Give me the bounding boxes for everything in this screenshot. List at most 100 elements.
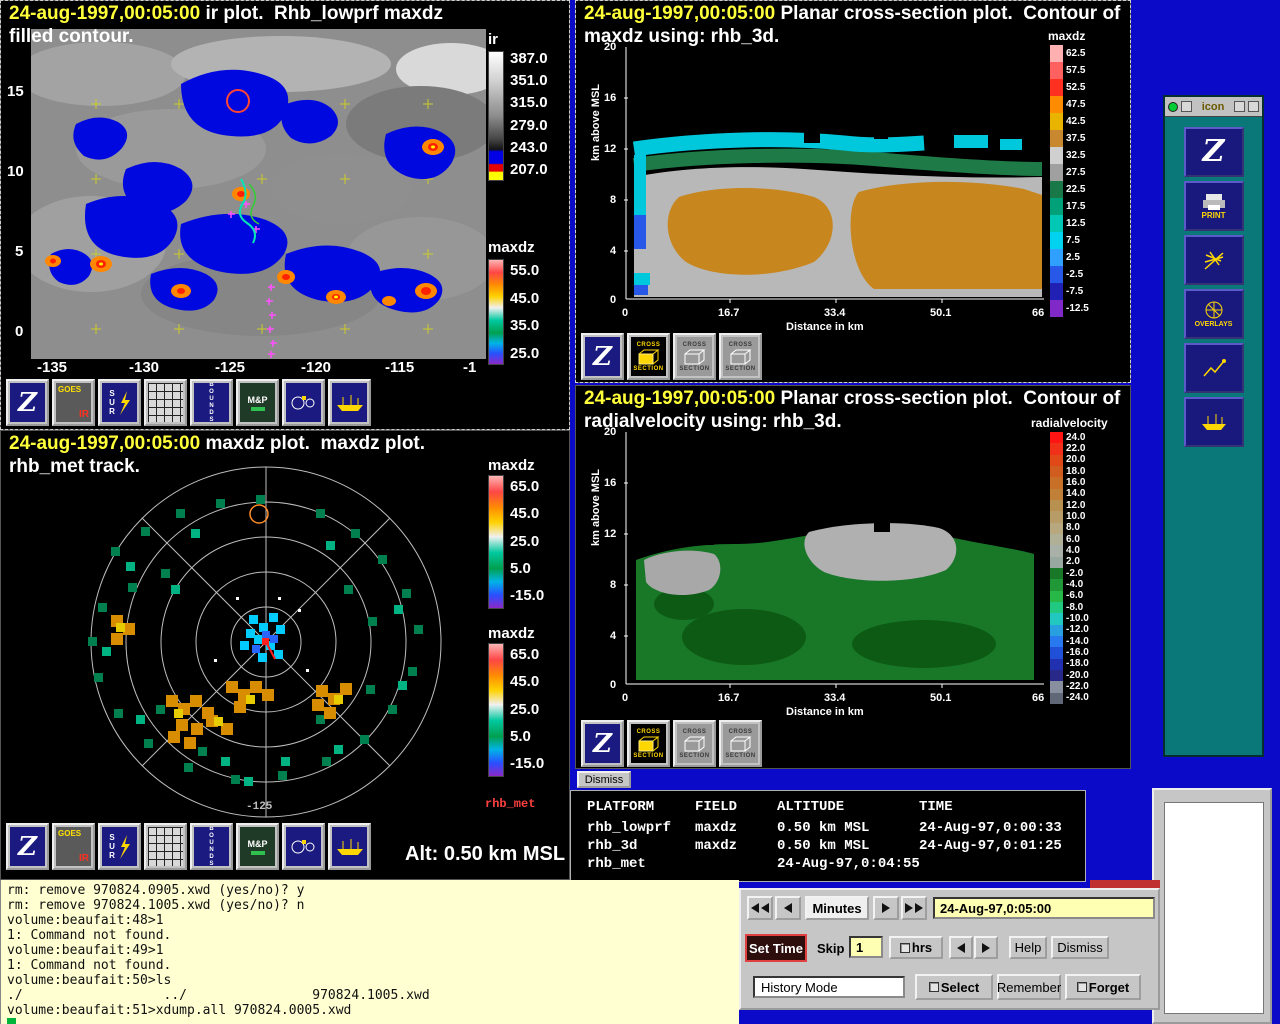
print-button[interactable]: PRINT xyxy=(1183,181,1244,231)
terminal-line: volume:beaufait:51>xdump.all 970824.0005… xyxy=(7,1003,352,1018)
ship-button[interactable] xyxy=(328,379,371,426)
forget-menu-button[interactable]: Forget xyxy=(1065,974,1141,1000)
remember-button[interactable]: Remember xyxy=(997,974,1061,1000)
help-button[interactable]: Help xyxy=(1009,936,1047,959)
window-close-icon[interactable] xyxy=(1248,101,1259,112)
map-button[interactable]: M&P xyxy=(236,823,279,870)
y-tick: 16 xyxy=(604,477,617,489)
window-iconify-icon[interactable] xyxy=(1181,101,1192,112)
history-mode-field[interactable]: History Mode xyxy=(753,976,905,998)
colorbar-tick: 55.0 xyxy=(510,262,540,279)
colorbar-tick: 5.0 xyxy=(510,727,531,745)
colorbar-tick: 45.0 xyxy=(510,505,540,523)
colorbar-cell: 8.0 xyxy=(1050,522,1120,534)
colorbar-cell: -20.0 xyxy=(1050,669,1120,682)
colorbar-cell: 47.5 xyxy=(1050,96,1120,113)
grid-overlay-button[interactable] xyxy=(144,823,187,870)
zebra-logo-button[interactable]: Z xyxy=(6,379,49,426)
skip-label: Skip xyxy=(817,941,845,956)
select-menu-button[interactable]: Select xyxy=(915,974,993,1000)
cross-section-button-active[interactable]: CROSS SECTION xyxy=(627,333,670,380)
panel-title-line2: maxdz using: rhb_3d. xyxy=(584,26,780,47)
step-forward-fast-button[interactable] xyxy=(901,896,927,920)
cross-section-button[interactable]: CROSS SECTION xyxy=(673,720,716,767)
zebra-logo-button[interactable]: Z xyxy=(581,720,624,767)
colorbar-label: ir xyxy=(488,31,499,48)
ship-button[interactable] xyxy=(328,823,371,870)
ir-satellite-image xyxy=(31,29,486,359)
cross-section-button[interactable]: CROSS SECTION xyxy=(673,333,716,380)
panel-title: 24-aug-1997,00:05:00 ir plot. Rhb_lowprf… xyxy=(9,3,443,24)
y-tick: 0 xyxy=(610,294,617,306)
timestamp: 24-aug-1997,00:05:00 xyxy=(584,388,776,409)
cross-section-button[interactable]: CROSS SECTION xyxy=(719,720,762,767)
background-window-content xyxy=(1164,802,1264,1014)
boundaries-button[interactable]: BOUNDS xyxy=(190,823,233,870)
menu-indicator-icon xyxy=(928,982,939,992)
icon-window-titlebar[interactable]: icon xyxy=(1165,97,1262,117)
skip-units-menu-button[interactable]: hrs xyxy=(889,936,943,959)
colorbar-tick: 243.0 xyxy=(510,138,548,156)
goes-ir-button[interactable]: GOES IR xyxy=(52,823,95,870)
dismiss-button[interactable]: Dismiss xyxy=(1051,936,1109,959)
minutes-button[interactable]: Minutes xyxy=(805,896,869,920)
cross-section-button[interactable]: CROSS SECTION xyxy=(719,333,762,380)
map-button[interactable]: M&P xyxy=(236,379,279,426)
colorbar-cell: 18.0 xyxy=(1050,465,1120,478)
zebra-logo-button[interactable]: Z xyxy=(6,823,49,870)
skip-increment-button[interactable] xyxy=(974,936,998,959)
boundaries-button[interactable]: BOUNDS xyxy=(190,379,233,426)
optimizer-button[interactable] xyxy=(282,823,325,870)
x-tick: 50.1 xyxy=(930,692,952,704)
optimizer-button[interactable] xyxy=(282,379,325,426)
ship-icon xyxy=(336,838,363,855)
ship-tool-button[interactable] xyxy=(1183,397,1244,447)
set-time-button[interactable]: Set Time xyxy=(745,934,807,962)
colorbar-label: maxdz xyxy=(488,239,535,256)
y-tick: 15 xyxy=(7,83,24,100)
spray-tool-button[interactable] xyxy=(1183,235,1244,285)
colorbar-cell: -12.5 xyxy=(1050,300,1120,317)
y-tick: 0 xyxy=(610,679,617,691)
plot-toolbar: Z GOES IR SUR BOUNDS M&P xyxy=(6,823,371,870)
cube-icon xyxy=(730,736,751,751)
altitude-label: Alt: 0.50 km MSL xyxy=(405,843,566,865)
colorbar-cell: 17.5 xyxy=(1050,198,1120,215)
window-menu-icon[interactable] xyxy=(1168,101,1178,112)
colorbar-cell: -4.0 xyxy=(1050,579,1120,591)
colorbar-cell: -14.0 xyxy=(1050,635,1120,648)
ir-plot-window: 24-aug-1997,00:05:00 ir plot. Rhb_lowprf… xyxy=(0,0,570,430)
antenna-tool-button[interactable] xyxy=(1183,343,1244,393)
y-tick: 4 xyxy=(610,630,617,642)
time-field[interactable]: 24-Aug-97,0:05:00 xyxy=(933,897,1155,919)
colorbar-cell: -8.0 xyxy=(1050,601,1120,614)
colorbar-cell: 22.0 xyxy=(1050,443,1120,455)
colorbar-tick: 65.0 xyxy=(510,478,540,495)
surface-obs-button[interactable]: SUR xyxy=(98,379,141,426)
zebra-logo-button[interactable]: Z xyxy=(1183,127,1244,177)
terminal-window[interactable]: rm: remove 970824.0905.xwd (yes/no)? y rm… xyxy=(0,880,739,1024)
goes-ir-button[interactable]: GOES IR xyxy=(52,379,95,426)
cross-section-button-active[interactable]: CROSS SECTION xyxy=(627,720,670,767)
fast-forward-icon xyxy=(915,903,923,913)
ir-colorbar-ticks: 387.0 351.0 315.0 279.0 243.0 207.0 xyxy=(510,51,548,177)
grid-overlay-button[interactable] xyxy=(144,379,187,426)
dismiss-mini-button[interactable]: Dismiss xyxy=(577,771,631,788)
overlays-button[interactable]: OVERLAYS xyxy=(1183,289,1244,339)
colorbar-cell: -24.0 xyxy=(1050,692,1120,704)
window-maximize-icon[interactable] xyxy=(1234,101,1245,112)
colorbar-cell: -12.0 xyxy=(1050,624,1120,636)
surface-obs-button[interactable]: SUR xyxy=(98,823,141,870)
colorbar-cell: 14.0 xyxy=(1050,488,1120,500)
terminal-line: rm: remove 970824.0905.xwd (yes/no)? y xyxy=(7,883,305,898)
cross-section-maxdz-plot xyxy=(624,47,1044,305)
zebra-logo-button[interactable]: Z xyxy=(581,333,624,380)
step-forward-button[interactable] xyxy=(873,896,899,920)
skip-decrement-button[interactable] xyxy=(949,936,973,959)
step-back-fast-button[interactable] xyxy=(747,896,773,920)
skip-field[interactable]: 1 xyxy=(849,936,883,958)
colorbar-label: radialvelocity xyxy=(1031,416,1108,430)
colorbar-cell: 10.0 xyxy=(1050,511,1120,523)
step-back-button[interactable] xyxy=(775,896,801,920)
colorbar-tick: -15.0 xyxy=(510,755,545,772)
